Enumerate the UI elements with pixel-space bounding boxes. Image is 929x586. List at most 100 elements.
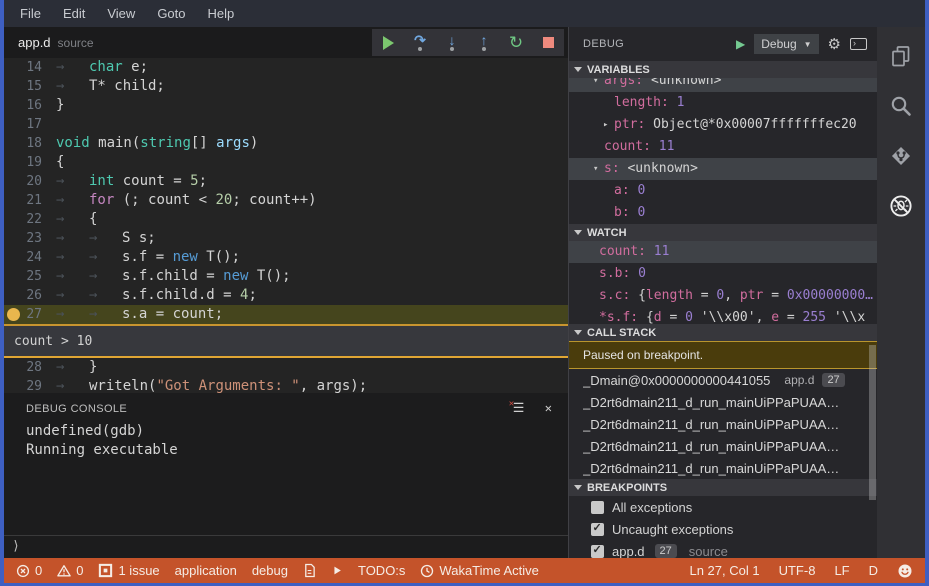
status-0[interactable]: 0 bbox=[16, 563, 42, 578]
variable-row-args[interactable]: ▾ args: <unknown> bbox=[569, 78, 877, 92]
tab-appd[interactable]: app.d source bbox=[4, 27, 108, 58]
breakpoint-condition-widget[interactable]: count > 10 bbox=[4, 324, 568, 358]
gutter[interactable]: 20 bbox=[4, 172, 48, 191]
stack-frame[interactable]: _D2rt6dmain211_d_run_mainUiPPaPUAA… bbox=[569, 435, 877, 457]
gutter[interactable]: 14 bbox=[4, 58, 48, 77]
search-icon[interactable] bbox=[888, 93, 914, 119]
open-console-icon[interactable]: › bbox=[850, 38, 867, 50]
breakpoint-item[interactable]: app.d 27 source bbox=[569, 540, 877, 558]
status-0[interactable]: 0 bbox=[57, 563, 83, 578]
debug-config-dropdown[interactable]: Debug ▼ bbox=[754, 34, 819, 54]
step-into-button[interactable]: ↓ bbox=[441, 31, 463, 55]
variable-row-count[interactable]: count: 11 bbox=[569, 136, 877, 158]
expander-icon[interactable]: ▾ bbox=[593, 78, 604, 92]
breakpoint-item[interactable]: All exceptions bbox=[569, 496, 877, 518]
code-line-27[interactable]: 27 → → s.a = count; bbox=[4, 305, 568, 324]
variable-row-a[interactable]: a: 0 bbox=[569, 180, 877, 202]
code-line-26[interactable]: 26 → → s.f.child.d = 4; bbox=[4, 286, 568, 305]
status-ln-27-col-1[interactable]: Ln 27, Col 1 bbox=[689, 563, 759, 578]
step-out-button[interactable]: ↑ bbox=[473, 31, 495, 55]
status-file-icon[interactable] bbox=[303, 563, 316, 578]
variable-row-ptr[interactable]: ▸ ptr: Object@*0x00007fffffffec20 bbox=[569, 114, 877, 136]
status-1-issue[interactable]: 1 issue bbox=[98, 563, 160, 578]
status-lf[interactable]: LF bbox=[834, 563, 849, 578]
status-utf-8[interactable]: UTF-8 bbox=[779, 563, 816, 578]
section-call-stack[interactable]: CALL STACK bbox=[569, 324, 877, 341]
gear-icon[interactable]: ⚙ bbox=[828, 35, 841, 53]
breakpoint-item[interactable]: Uncaught exceptions bbox=[569, 518, 877, 540]
gutter[interactable]: 28 bbox=[4, 358, 48, 377]
restart-button[interactable]: ↻ bbox=[505, 31, 527, 55]
close-icon[interactable]: ✕ bbox=[545, 401, 552, 415]
section-variables[interactable]: VARIABLES bbox=[569, 61, 877, 78]
section-breakpoints[interactable]: BREAKPOINTS bbox=[569, 479, 877, 496]
code-line-24[interactable]: 24 → → s.f = new T(); bbox=[4, 248, 568, 267]
stack-frame[interactable]: _Dmain@0x0000000000441055 app.d 27 bbox=[569, 369, 877, 391]
expander-icon[interactable]: ▸ bbox=[603, 114, 614, 136]
debug-icon[interactable] bbox=[888, 193, 914, 219]
gutter[interactable]: 29 bbox=[4, 377, 48, 393]
code-line-16[interactable]: 16} bbox=[4, 96, 568, 115]
code-line-17[interactable]: 17 bbox=[4, 115, 568, 134]
gutter[interactable]: 25 bbox=[4, 267, 48, 286]
continue-button[interactable] bbox=[377, 31, 399, 55]
variable-row-length[interactable]: length: 1 bbox=[569, 92, 877, 114]
status-debug[interactable]: debug bbox=[252, 563, 288, 578]
stop-button[interactable] bbox=[537, 31, 559, 55]
watch-row-sf[interactable]: *s.f: {d = 0 '\\x00', e = 255 '\\x bbox=[569, 307, 877, 324]
clear-console-icon[interactable]: ☰ ✕ bbox=[509, 399, 528, 415]
code-editor[interactable]: 14 → char e; 15 → T* child; 16} 17 18 void main(s… bbox=[4, 58, 568, 393]
console-input-prompt[interactable]: ⟩ bbox=[4, 535, 568, 555]
status-todo-s[interactable]: TODO:s bbox=[358, 563, 405, 578]
code-line-28[interactable]: 28 →} bbox=[4, 358, 568, 377]
source-control-icon[interactable] bbox=[888, 143, 914, 169]
checkbox-unchecked[interactable] bbox=[591, 500, 604, 514]
variable-row-s[interactable]: ▾ s: <unknown> bbox=[569, 158, 877, 180]
menu-goto[interactable]: Goto bbox=[146, 6, 196, 21]
code-line-23[interactable]: 23 → → S s; bbox=[4, 229, 568, 248]
step-over-button[interactable]: ↷ bbox=[409, 31, 431, 55]
status-wakatime-active[interactable]: WakaTime Active bbox=[420, 563, 539, 578]
checkbox-checked[interactable] bbox=[591, 521, 604, 536]
code-line-29[interactable]: 29 → writeln("Got Arguments: ", args); bbox=[4, 377, 568, 393]
breakpoint-indicator[interactable] bbox=[7, 308, 20, 321]
code-line-25[interactable]: 25 → → s.f.child = new T(); bbox=[4, 267, 568, 286]
variable-row-b[interactable]: b: 0 bbox=[569, 202, 877, 224]
gutter[interactable]: 27 bbox=[4, 305, 48, 324]
gutter[interactable]: 17 bbox=[4, 115, 48, 134]
menu-edit[interactable]: Edit bbox=[52, 6, 96, 21]
panel-scrollbar[interactable] bbox=[869, 345, 876, 500]
start-debug-icon[interactable]: ▶ bbox=[736, 37, 745, 51]
code-line-14[interactable]: 14 → char e; bbox=[4, 58, 568, 77]
code-line-21[interactable]: 21 → for (; count < 20; count++) bbox=[4, 191, 568, 210]
menu-help[interactable]: Help bbox=[197, 6, 246, 21]
stack-frame[interactable]: _D2rt6dmain211_d_run_mainUiPPaPUAA… bbox=[569, 457, 877, 479]
stack-frame[interactable]: _D2rt6dmain211_d_run_mainUiPPaPUAA… bbox=[569, 391, 877, 413]
expander-icon[interactable]: ▾ bbox=[593, 158, 604, 180]
stack-frame[interactable]: _D2rt6dmain211_d_run_mainUiPPaPUAA… bbox=[569, 413, 877, 435]
section-watch[interactable]: WATCH bbox=[569, 224, 877, 241]
gutter[interactable]: 24 bbox=[4, 248, 48, 267]
gutter[interactable]: 18 bbox=[4, 134, 48, 153]
watch-row-sc[interactable]: s.c: {length = 0, ptr = 0x00000000… bbox=[569, 285, 877, 307]
gutter[interactable]: 22 bbox=[4, 210, 48, 229]
status-application[interactable]: application bbox=[175, 563, 237, 578]
code-line-22[interactable]: 22 →{ bbox=[4, 210, 568, 229]
gutter[interactable]: 15 bbox=[4, 77, 48, 96]
gutter[interactable]: 16 bbox=[4, 96, 48, 115]
code-line-18[interactable]: 18 void main(string[] args) bbox=[4, 134, 568, 153]
gutter[interactable]: 26 bbox=[4, 286, 48, 305]
status-d[interactable]: D bbox=[869, 563, 878, 578]
checkbox-checked[interactable] bbox=[591, 543, 604, 558]
code-line-19[interactable]: 19 { bbox=[4, 153, 568, 172]
watch-row-count[interactable]: count: 11 bbox=[569, 241, 877, 263]
files-icon[interactable] bbox=[888, 43, 914, 69]
gutter[interactable]: 21 bbox=[4, 191, 48, 210]
status-play-icon[interactable] bbox=[331, 564, 343, 577]
menu-file[interactable]: File bbox=[9, 6, 52, 21]
gutter[interactable]: 23 bbox=[4, 229, 48, 248]
gutter[interactable]: 19 bbox=[4, 153, 48, 172]
menu-view[interactable]: View bbox=[96, 6, 146, 21]
code-line-15[interactable]: 15 → T* child; bbox=[4, 77, 568, 96]
code-line-20[interactable]: 20 → int count = 5; bbox=[4, 172, 568, 191]
